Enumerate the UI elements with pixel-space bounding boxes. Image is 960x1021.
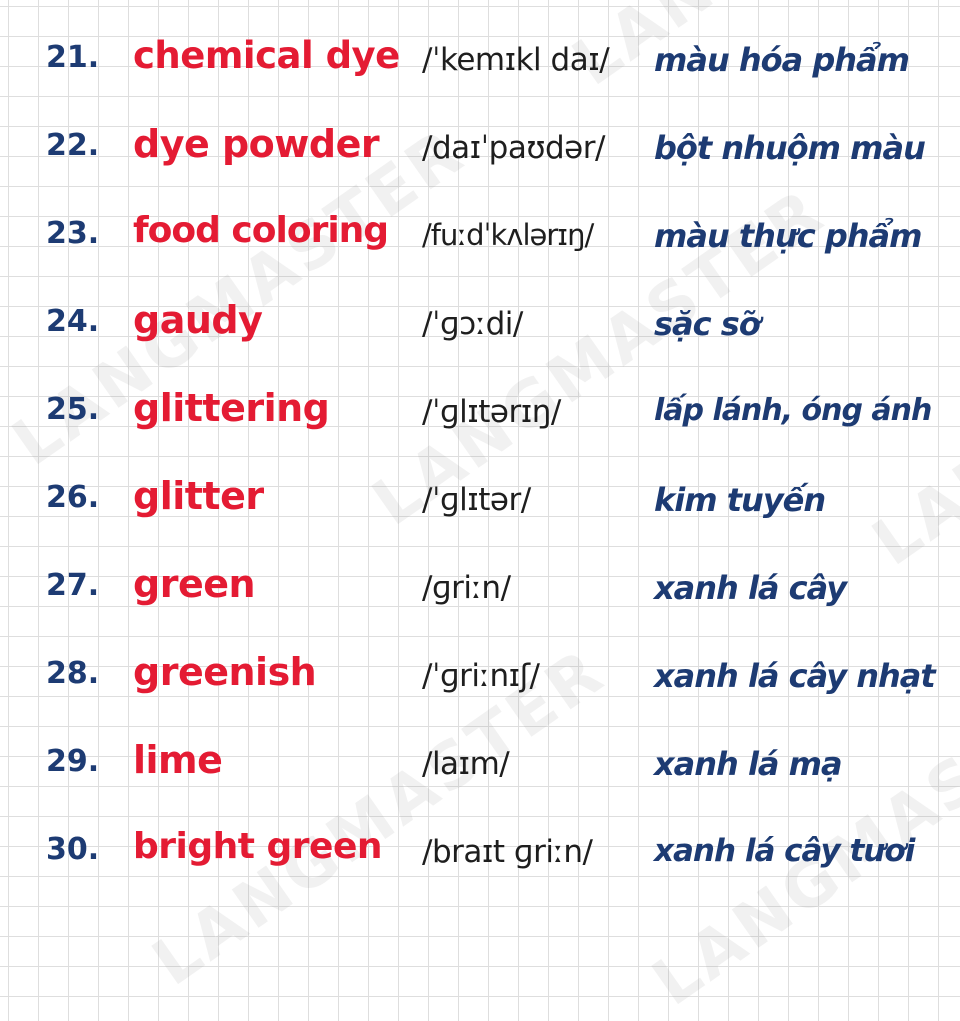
vietnamese-meaning: xanh lá cây tươi xyxy=(654,833,915,869)
item-number: 29. xyxy=(46,744,100,779)
item-number: 27. xyxy=(46,568,100,603)
vietnamese-meaning: sặc sỡ xyxy=(654,305,761,343)
vocab-row: 24. gaudy /ˈɡɔːdi/ sặc sỡ xyxy=(0,282,960,370)
vietnamese-meaning: màu hóa phẩm xyxy=(654,41,910,79)
english-word: chemical dye xyxy=(133,34,400,77)
vietnamese-meaning: màu thực phẩm xyxy=(654,217,922,255)
item-number: 21. xyxy=(46,40,100,75)
vietnamese-meaning: xanh lá mạ xyxy=(654,745,843,783)
vietnamese-meaning: bột nhuộm màu xyxy=(654,129,926,167)
vocab-row: 23. food coloring /fuːdˈkʌlərɪŋ/ màu thự… xyxy=(0,194,960,282)
english-word: food coloring xyxy=(133,210,389,251)
phonetic-transcription: /ˈɡlɪtər/ xyxy=(422,482,531,518)
phonetic-transcription: /laɪm/ xyxy=(422,746,510,782)
phonetic-transcription: /ɡriːn/ xyxy=(422,570,511,606)
item-number: 30. xyxy=(46,832,100,867)
item-number: 28. xyxy=(46,656,100,691)
english-word: gaudy xyxy=(133,298,263,342)
vocab-row: 27. green /ɡriːn/ xanh lá cây xyxy=(0,546,960,634)
vocab-row: 22. dye powder /daɪˈpaʊdər/ bột nhuộm mà… xyxy=(0,106,960,194)
english-word: lime xyxy=(133,738,223,782)
item-number: 22. xyxy=(46,128,100,163)
vocab-row: 21. chemical dye /ˈkemɪkl daɪ/ màu hóa p… xyxy=(0,18,960,106)
vocab-row: 28. greenish /ˈɡriːnɪʃ/ xanh lá cây nhạt xyxy=(0,634,960,722)
phonetic-transcription: /ˈɡriːnɪʃ/ xyxy=(422,658,540,694)
english-word: bright green xyxy=(133,826,383,867)
vietnamese-meaning: xanh lá cây nhạt xyxy=(654,657,936,695)
vietnamese-meaning: lấp lánh, óng ánh xyxy=(654,393,932,428)
vocabulary-list: 21. chemical dye /ˈkemɪkl daɪ/ màu hóa p… xyxy=(0,18,960,898)
item-number: 25. xyxy=(46,392,100,427)
english-word: glitter xyxy=(133,474,264,518)
item-number: 24. xyxy=(46,304,100,339)
english-word: dye powder xyxy=(133,122,380,166)
vietnamese-meaning: kim tuyến xyxy=(654,481,826,519)
phonetic-transcription: /ˈɡɔːdi/ xyxy=(422,306,523,342)
english-word: glittering xyxy=(133,386,330,430)
phonetic-transcription: /fuːdˈkʌlərɪŋ/ xyxy=(422,218,594,252)
phonetic-transcription: /braɪt ɡriːn/ xyxy=(422,834,593,870)
item-number: 23. xyxy=(46,216,100,251)
english-word: green xyxy=(133,562,256,606)
phonetic-transcription: /ˈɡlɪtərɪŋ/ xyxy=(422,394,561,430)
english-word: greenish xyxy=(133,650,317,694)
vietnamese-meaning: xanh lá cây xyxy=(654,569,847,607)
phonetic-transcription: /daɪˈpaʊdər/ xyxy=(422,130,605,166)
vocab-row: 29. lime /laɪm/ xanh lá mạ xyxy=(0,722,960,810)
item-number: 26. xyxy=(46,480,100,515)
phonetic-transcription: /ˈkemɪkl daɪ/ xyxy=(422,42,610,78)
vocab-row: 30. bright green /braɪt ɡriːn/ xanh lá c… xyxy=(0,810,960,898)
vocab-row: 25. glittering /ˈɡlɪtərɪŋ/ lấp lánh, óng… xyxy=(0,370,960,458)
vocab-row: 26. glitter /ˈɡlɪtər/ kim tuyến xyxy=(0,458,960,546)
